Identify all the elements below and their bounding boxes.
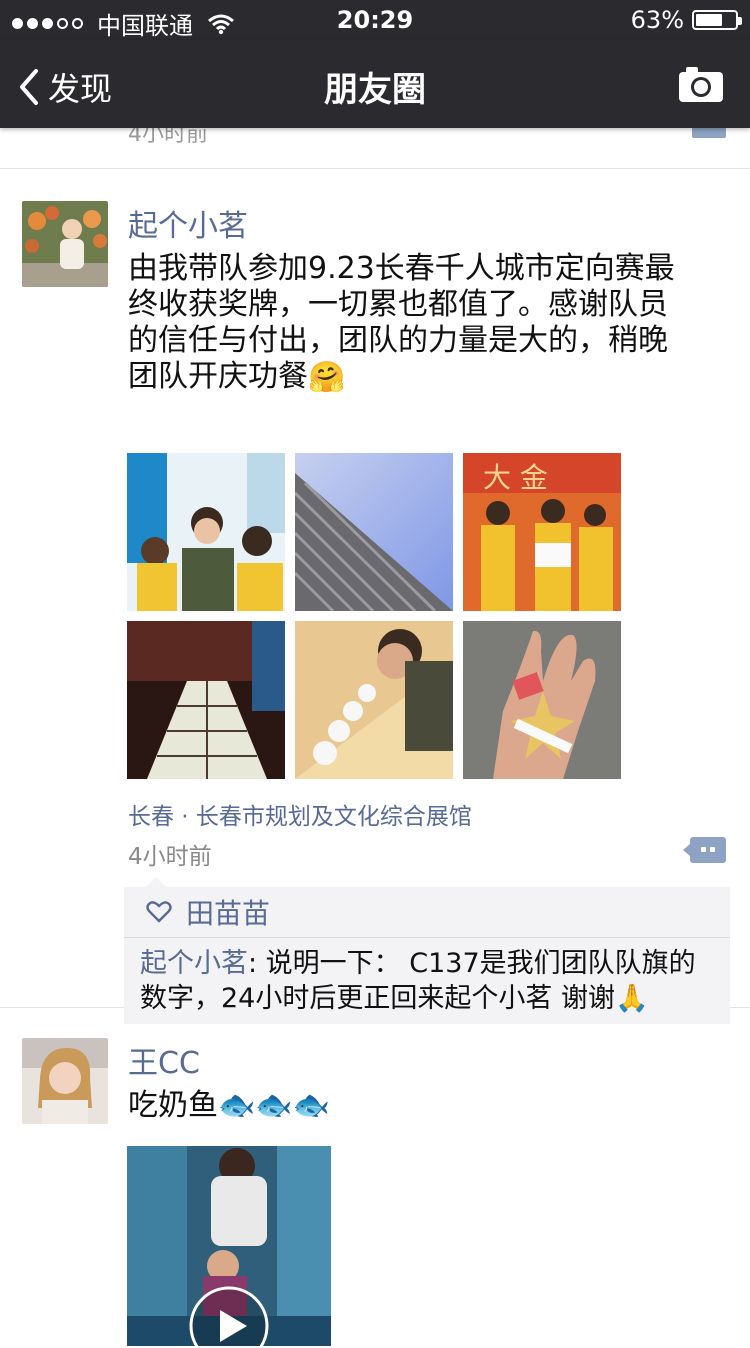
post-time: 4小时前 <box>128 844 212 870</box>
photo-thumbnail[interactable] <box>295 621 453 779</box>
photo-thumbnail[interactable] <box>295 453 453 611</box>
like-user-name[interactable]: 田苗苗 <box>186 892 270 932</box>
likes-comments-box: 田苗苗 起个小茗: 说明一下： C137是我们团队队旗的数字，24小时后更正回来… <box>124 877 730 1024</box>
post-text-body: 由我带队参加9.23长春千人城市定向赛最终收获奖牌，一切累也都值了。感谢队员的信… <box>128 251 675 394</box>
previous-post-tail: 4小时前 <box>0 120 750 169</box>
navigation-bar: 发现 朋友圈 <box>0 40 750 128</box>
battery-icon <box>692 10 742 30</box>
post-author-name[interactable]: 起个小茗 <box>128 201 248 245</box>
photo-thumbnail[interactable]: 大 金 <box>463 453 621 611</box>
comment-author[interactable]: 起个小茗 <box>140 948 248 979</box>
moments-feed: 4小时前 起个小茗 由我带队参加9.23长春千人城市定向赛最终收获奖牌，一切累也… <box>0 120 750 1348</box>
moment-post: 起个小茗 由我带队参加9.23长春千人城市定向赛最终收获奖牌，一切累也都值了。感… <box>0 169 750 1024</box>
post-author-name[interactable]: 王CC <box>128 1038 200 1082</box>
battery-percent: 63% <box>630 6 684 34</box>
post-location[interactable]: 长春 · 长春市规划及文化综合展馆 <box>128 797 472 831</box>
comment-action-button[interactable] <box>683 837 726 863</box>
camera-icon[interactable] <box>678 64 724 104</box>
photo-thumbnail[interactable] <box>127 453 285 611</box>
moment-post: 王CC 吃奶鱼🐟🐟🐟 <box>0 1008 750 1348</box>
post-text: 吃奶鱼🐟🐟🐟 <box>128 1088 688 1124</box>
heart-icon <box>146 901 172 923</box>
play-icon[interactable] <box>187 1284 271 1346</box>
video-thumbnail[interactable] <box>127 1146 331 1346</box>
avatar[interactable] <box>22 1038 108 1124</box>
likes-row: 田苗苗 <box>124 887 730 938</box>
post-text-body: 吃奶鱼 <box>128 1088 218 1123</box>
svg-text:大 金: 大 金 <box>483 461 548 494</box>
fish-emoji: 🐟🐟🐟 <box>218 1088 331 1123</box>
photo-thumbnail[interactable] <box>463 621 621 779</box>
avatar[interactable] <box>22 201 108 287</box>
hugging-face-emoji: 🤗 <box>308 359 346 395</box>
page-title: 朋友圈 <box>324 70 426 110</box>
status-bar: 中国联通 20:29 63% <box>0 0 750 40</box>
post-text: 由我带队参加9.23长春千人城市定向赛最终收获奖牌，一切累也都值了。感谢队员的信… <box>128 251 688 396</box>
photo-thumbnail[interactable] <box>127 621 285 779</box>
